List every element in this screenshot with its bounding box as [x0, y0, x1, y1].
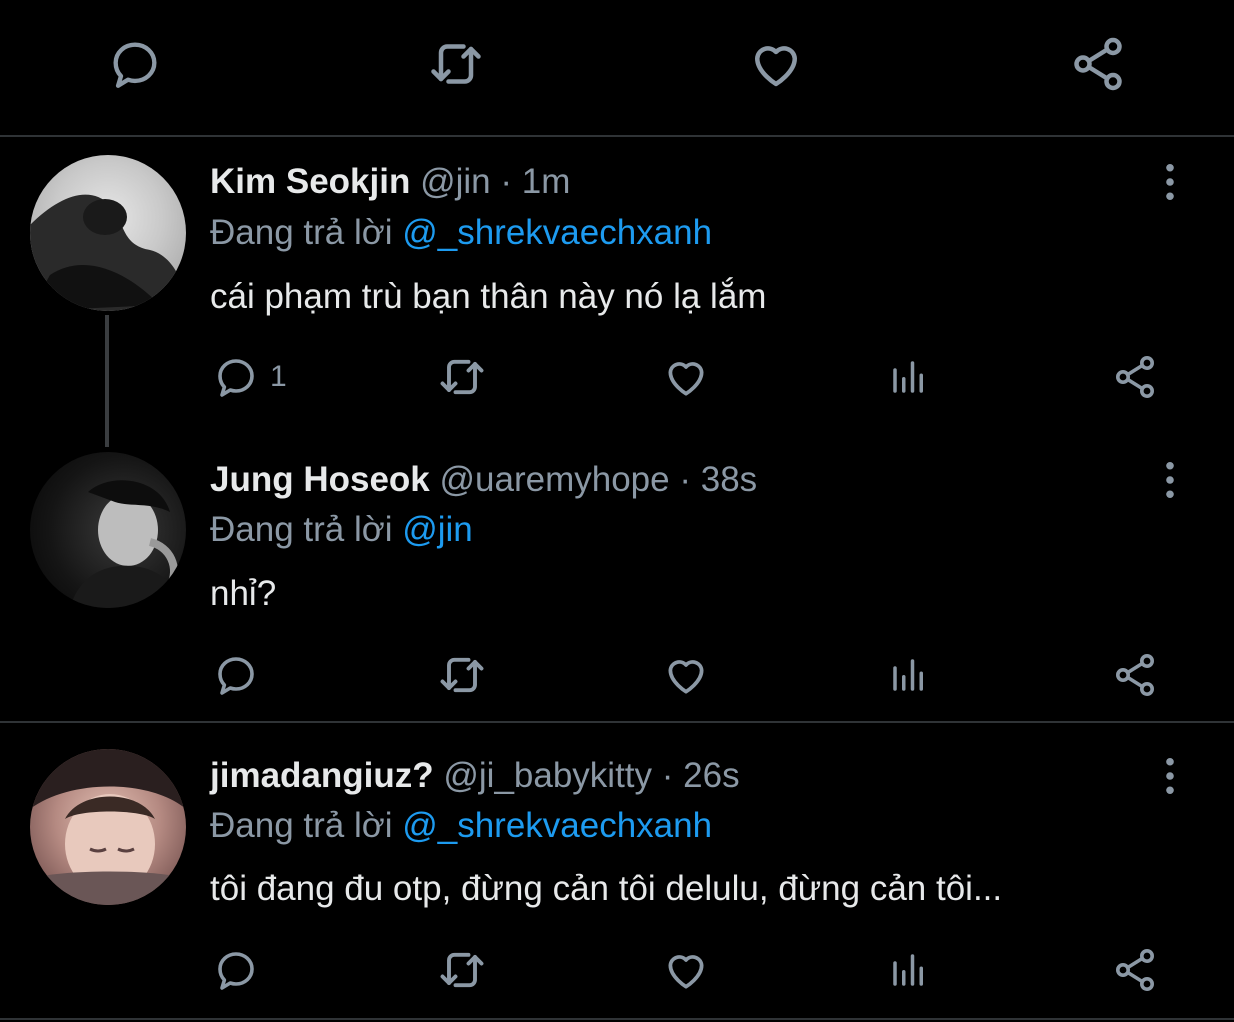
reply-button[interactable]	[212, 650, 260, 700]
reply-mention[interactable]: @jin	[402, 510, 473, 549]
like-icon	[746, 34, 806, 94]
avatar-image	[70, 480, 186, 608]
views-button[interactable]	[888, 352, 930, 402]
like-button[interactable]	[661, 352, 711, 402]
retweet-button[interactable]	[436, 945, 488, 995]
tweet-text: nhỉ?	[210, 574, 277, 613]
more-icon	[1165, 461, 1175, 499]
tweet-item[interactable]: Jung Hoseok @uaremyhope · 38s Đang trả l…	[0, 437, 1234, 721]
more-icon	[1165, 163, 1175, 201]
handle[interactable]: @jin	[420, 162, 491, 201]
avatar[interactable]	[30, 452, 186, 608]
display-name[interactable]: Kim Seokjin	[210, 162, 410, 201]
reply-icon	[212, 353, 260, 401]
views-icon	[888, 949, 930, 991]
display-name[interactable]: Jung Hoseok	[210, 460, 430, 499]
like-icon	[661, 352, 711, 402]
reply-count: 1	[270, 360, 287, 393]
reply-prefix: Đang trả lời	[210, 510, 393, 549]
tweet-text: tôi đang đu otp, đừng cản tôi delulu, đừ…	[210, 869, 1003, 908]
tweet-actions: 1	[210, 352, 1210, 402]
reply-prefix: Đang trả lời	[210, 213, 393, 252]
reply-icon	[212, 946, 260, 994]
retweet-icon	[436, 944, 488, 996]
retweet-icon	[436, 351, 488, 403]
tweet-header: jimadangiuz? @ji_babykitty · 26s	[210, 756, 740, 796]
reply-icon	[212, 651, 260, 699]
views-button[interactable]	[888, 650, 930, 700]
retweet-icon	[436, 649, 488, 701]
share-button[interactable]	[1111, 945, 1159, 995]
like-button[interactable]	[661, 945, 711, 995]
more-button[interactable]	[1152, 157, 1188, 207]
reply-mention[interactable]: @_shrekvaechxanh	[402, 806, 712, 845]
views-button[interactable]	[888, 945, 930, 995]
reply-button[interactable]	[212, 945, 260, 995]
reply-mention[interactable]: @_shrekvaechxanh	[402, 213, 712, 252]
share-icon	[1111, 946, 1159, 994]
display-name[interactable]: jimadangiuz?	[210, 756, 434, 795]
share-icon	[1068, 34, 1128, 94]
handle[interactable]: @ji_babykitty	[443, 756, 652, 795]
divider	[0, 1018, 1234, 1020]
tweet-item[interactable]: Kim Seokjin @jin · 1m Đang trả lời @_shr…	[0, 137, 1234, 447]
like-button[interactable]	[661, 650, 711, 700]
retweet-button[interactable]	[436, 650, 488, 700]
avatar[interactable]	[30, 749, 186, 905]
reply-icon	[106, 35, 164, 93]
share-button[interactable]	[1111, 352, 1159, 402]
reply-prefix: Đang trả lời	[210, 806, 393, 845]
thread-line	[105, 315, 109, 447]
more-button[interactable]	[1152, 455, 1188, 505]
reply-button[interactable]	[105, 34, 165, 94]
tweet-item[interactable]: jimadangiuz? @ji_babykitty · 26s Đang tr…	[0, 723, 1234, 1022]
retweet-icon	[426, 33, 486, 95]
retweet-button[interactable]	[436, 352, 488, 402]
like-icon	[661, 945, 711, 995]
views-icon	[888, 356, 930, 398]
parent-tweet-actions	[0, 0, 1234, 136]
avatar-image	[30, 749, 186, 905]
like-icon	[661, 650, 711, 700]
tweet-actions	[210, 945, 1210, 995]
tweet-header: Kim Seokjin @jin · 1m	[210, 162, 570, 202]
tweet-actions	[210, 650, 1210, 700]
avatar-image	[30, 194, 186, 311]
separator: ·	[500, 162, 512, 201]
timestamp[interactable]: 1m	[522, 162, 571, 201]
more-button[interactable]	[1152, 751, 1188, 801]
handle[interactable]: @uaremyhope	[440, 460, 670, 499]
timestamp[interactable]: 38s	[701, 460, 757, 499]
separator: ·	[679, 460, 691, 499]
retweet-button[interactable]	[426, 34, 486, 94]
reply-context: Đang trả lời @_shrekvaechxanh	[210, 213, 712, 253]
share-icon	[1111, 651, 1159, 699]
avatar[interactable]	[30, 155, 186, 311]
tweet-header: Jung Hoseok @uaremyhope · 38s	[210, 460, 757, 500]
share-button[interactable]	[1111, 650, 1159, 700]
reply-button[interactable]: 1	[212, 352, 287, 402]
more-icon	[1165, 757, 1175, 795]
timestamp[interactable]: 26s	[683, 756, 739, 795]
share-icon	[1111, 353, 1159, 401]
reply-context: Đang trả lời @jin	[210, 510, 473, 550]
tweet-text: cái phạm trù bạn thân này nó lạ lắm	[210, 277, 767, 316]
reply-context: Đang trả lời @_shrekvaechxanh	[210, 806, 712, 846]
share-button[interactable]	[1068, 34, 1128, 94]
like-button[interactable]	[746, 34, 806, 94]
separator: ·	[661, 756, 674, 795]
views-icon	[888, 654, 930, 696]
